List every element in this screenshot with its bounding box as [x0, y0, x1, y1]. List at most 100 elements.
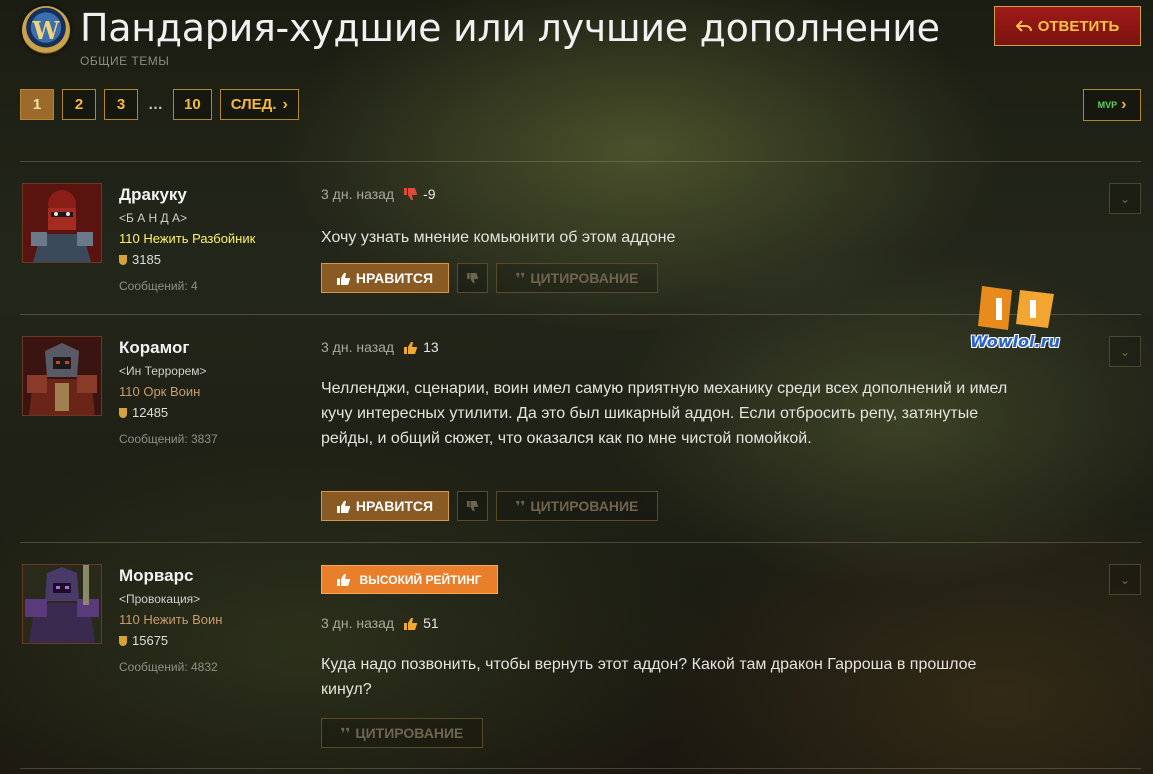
username[interactable]: Корамог: [119, 338, 189, 358]
chevron-down-icon: ⌄: [1119, 191, 1131, 206]
like-button[interactable]: НРАВИТСЯ: [321, 263, 449, 293]
high-rating-label: ВЫСОКИЙ РЕЙТИНГ: [359, 572, 482, 587]
username[interactable]: Морварс: [119, 566, 193, 586]
post-meta: 3 дн. назад -9: [321, 186, 436, 202]
reply-arrow-icon: [1015, 19, 1032, 33]
thumbs-up-icon: [336, 272, 351, 285]
chevron-right-icon: ›: [1121, 96, 1127, 113]
thumbs-down-icon: [466, 272, 479, 284]
post-time[interactable]: 3 дн. назад: [321, 615, 394, 631]
achievement-value: 3185: [132, 252, 161, 267]
guild-name: <Ин Террорем>: [119, 364, 207, 378]
avatar[interactable]: [22, 183, 102, 263]
quote-label: ЦИТИРОВАНИЕ: [530, 270, 639, 286]
post-actions: НРАВИТСЯ ❜❜ ЦИТИРОВАНИЕ: [321, 263, 658, 293]
thumbs-up-icon: [336, 500, 351, 513]
quote-label: ЦИТИРОВАНИЕ: [530, 498, 639, 514]
post-body: Куда надо позвонить, чтобы вернуть этот …: [321, 656, 977, 698]
like-button[interactable]: НРАВИТСЯ: [321, 491, 449, 521]
avatar[interactable]: [22, 564, 102, 644]
guild-name: <Провокация>: [119, 592, 201, 606]
post-meta: 3 дн. назад 51: [321, 615, 439, 631]
forum-post: Морварс <Провокация> 110 Нежить Воин 156…: [20, 564, 1141, 754]
character-info: 110 Нежить Разбойник: [119, 231, 256, 246]
vote-value: 51: [423, 615, 439, 631]
post-menu-toggle[interactable]: ⌄: [1109, 564, 1141, 595]
achievement-value: 15675: [132, 633, 169, 648]
quote-icon: ❜❜: [515, 497, 526, 514]
quote-icon: ❜❜: [340, 724, 351, 741]
shield-icon: [119, 254, 127, 265]
vote-value: 13: [423, 339, 439, 355]
character-info: 110 Нежить Воин: [119, 612, 223, 627]
chevron-right-icon: ›: [282, 95, 288, 113]
forum-post: Корамог <Ин Террорем> 110 Орк Воин 12485…: [20, 336, 1141, 526]
chevron-down-icon: ⌄: [1119, 344, 1131, 359]
thumbs-up-icon: [404, 617, 418, 630]
thumbs-down-icon: [466, 500, 479, 512]
reply-label: ОТВЕТИТЬ: [1037, 17, 1120, 35]
achievement-value: 12485: [132, 405, 169, 420]
site-watermark: Wowlol.ru: [968, 284, 1078, 354]
thumbs-up-icon: [404, 341, 418, 354]
topic-category[interactable]: ОБЩИЕ ТЕМЫ: [80, 54, 169, 68]
thumbs-up-icon: [337, 573, 351, 586]
topic-title: Пандария-худшие или лучшие дополнение: [80, 6, 940, 50]
achievement-points: 15675: [119, 633, 168, 648]
quote-button[interactable]: ❜❜ ЦИТИРОВАНИЕ: [496, 263, 658, 293]
post-meta: 3 дн. назад 13: [321, 339, 439, 355]
quote-button[interactable]: ❜❜ ЦИТИРОВАНИЕ: [321, 718, 483, 748]
post-body: Хочу узнать мнение комьюнити об этом адд…: [321, 229, 676, 246]
dislike-button[interactable]: [457, 491, 488, 521]
post-menu-toggle[interactable]: ⌄: [1109, 336, 1141, 367]
topic-header: W Пандария-худшие или лучшие дополнение …: [20, 4, 1141, 74]
username[interactable]: Дракуку: [119, 185, 187, 205]
post-count: Сообщений: 4832: [119, 660, 218, 674]
achievement-points: 3185: [119, 252, 161, 267]
achievement-points: 12485: [119, 405, 168, 420]
next-page-button[interactable]: СЛЕД. ›: [219, 89, 299, 120]
vote-count: 13: [404, 339, 439, 355]
page-10-button[interactable]: 10: [173, 89, 212, 120]
thumbs-down-icon: [404, 187, 418, 201]
avatar[interactable]: [22, 336, 102, 416]
shield-icon: [119, 407, 127, 418]
high-rating-badge: ВЫСОКИЙ РЕЙТИНГ: [321, 565, 498, 594]
quote-button[interactable]: ❜❜ ЦИТИРОВАНИЕ: [496, 491, 658, 521]
reply-button[interactable]: ОТВЕТИТЬ: [994, 6, 1141, 46]
watermark-logo-icon: [978, 286, 1054, 330]
vote-count: -9: [404, 186, 436, 202]
mvp-filter-button[interactable]: MVP ›: [1083, 89, 1141, 121]
wow-logo-icon[interactable]: W: [22, 6, 70, 54]
pagination-ellipsis: …: [148, 96, 163, 113]
like-label: НРАВИТСЯ: [355, 270, 434, 286]
page-1-button[interactable]: 1: [20, 89, 54, 120]
watermark-text: Wowlol.ru: [970, 332, 1060, 351]
like-label: НРАВИТСЯ: [355, 498, 434, 514]
post-count: Сообщений: 3837: [119, 432, 218, 446]
post-menu-toggle[interactable]: ⌄: [1109, 183, 1141, 214]
next-page-label: СЛЕД.: [230, 96, 277, 113]
post-count: Сообщений: 4: [119, 279, 198, 293]
post-body: Челленджи, сценарии, воин имел самую при…: [321, 380, 1008, 447]
divider: [20, 768, 1141, 769]
dislike-button[interactable]: [457, 263, 488, 293]
pagination: 1 2 3 … 10 СЛЕД. ›: [20, 89, 299, 120]
vote-count: 51: [404, 615, 439, 631]
character-info: 110 Орк Воин: [119, 384, 201, 399]
post-time[interactable]: 3 дн. назад: [321, 186, 394, 202]
post-actions: НРАВИТСЯ ❜❜ ЦИТИРОВАНИЕ: [321, 491, 658, 521]
divider: [20, 161, 1141, 162]
chevron-down-icon: ⌄: [1119, 572, 1131, 587]
guild-name: <Б А Н Д А>: [119, 211, 188, 225]
page-3-button[interactable]: 3: [104, 89, 138, 120]
post-time[interactable]: 3 дн. назад: [321, 339, 394, 355]
shield-icon: [119, 635, 127, 646]
post-actions: ❜❜ ЦИТИРОВАНИЕ: [321, 718, 483, 748]
quote-icon: ❜❜: [515, 269, 526, 286]
divider: [20, 542, 1141, 543]
quote-label: ЦИТИРОВАНИЕ: [355, 725, 464, 741]
mvp-label: MVP: [1097, 100, 1118, 110]
page-2-button[interactable]: 2: [62, 89, 96, 120]
vote-value: -9: [423, 186, 436, 202]
